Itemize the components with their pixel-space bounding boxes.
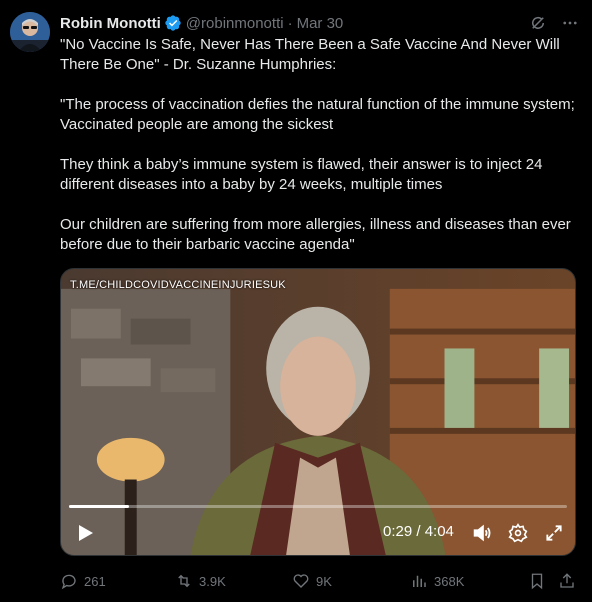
tweet-text: "No Vaccine Is Safe, Never Has There Bee… <box>60 35 582 255</box>
reply-button[interactable]: 261 <box>60 570 106 592</box>
video-controls: 0:29 / 4:04 <box>61 511 575 555</box>
header-actions <box>528 13 580 33</box>
like-count: 9K <box>316 573 332 589</box>
tweet-paragraph: Our children are suffering from more all… <box>60 216 571 253</box>
video-player[interactable]: T.ME/CHILDCOVIDVACCINEINJURIESUK 0:29 / … <box>60 268 576 556</box>
heart-icon <box>293 574 309 588</box>
share-button[interactable] <box>558 570 576 592</box>
more-icon[interactable] <box>560 13 580 33</box>
avatar[interactable] <box>10 12 50 52</box>
settings-gear-icon[interactable] <box>507 522 529 544</box>
tweet-header: Robin Monotti @robinmonotti · Mar 30 <box>60 13 580 33</box>
tweet-paragraph: They think a baby’s immune system is fla… <box>60 156 543 193</box>
tweet-date[interactable]: Mar 30 <box>297 15 344 32</box>
views-button[interactable]: 368K <box>410 570 464 592</box>
view-count: 368K <box>434 573 465 589</box>
bookmark-icon <box>531 573 543 590</box>
video-time: 0:29 / 4:04 <box>383 523 454 540</box>
play-icon[interactable] <box>75 523 95 543</box>
reply-count: 261 <box>84 573 106 589</box>
bookmark-button[interactable] <box>528 570 546 592</box>
tweet: Robin Monotti @robinmonotti · Mar 30 "No… <box>0 0 592 602</box>
author-handle[interactable]: @robinmonotti <box>186 15 284 32</box>
fullscreen-icon[interactable] <box>543 522 565 544</box>
video-progress-bar[interactable] <box>69 505 567 508</box>
repost-button[interactable]: 3.9K <box>175 570 226 592</box>
verified-badge-icon <box>164 14 182 32</box>
tweet-actions: 261 3.9K 9K 368K <box>60 570 582 592</box>
repost-count: 3.9K <box>199 573 226 589</box>
tweet-paragraph: "No Vaccine Is Safe, Never Has There Bee… <box>60 36 560 73</box>
like-button[interactable]: 9K <box>292 570 332 592</box>
separator-dot: · <box>287 14 293 32</box>
tweet-paragraph: "The process of vaccination defies the n… <box>60 96 575 133</box>
video-watermark: T.ME/CHILDCOVIDVACCINEINJURIESUK <box>70 279 286 291</box>
grok-icon[interactable] <box>528 13 548 33</box>
repost-icon <box>178 574 190 588</box>
reply-icon <box>61 574 76 590</box>
author-name[interactable]: Robin Monotti <box>60 15 161 32</box>
video-progress-fill <box>69 505 129 508</box>
analytics-icon <box>413 575 426 587</box>
share-icon <box>560 573 574 588</box>
volume-icon[interactable] <box>471 522 493 544</box>
